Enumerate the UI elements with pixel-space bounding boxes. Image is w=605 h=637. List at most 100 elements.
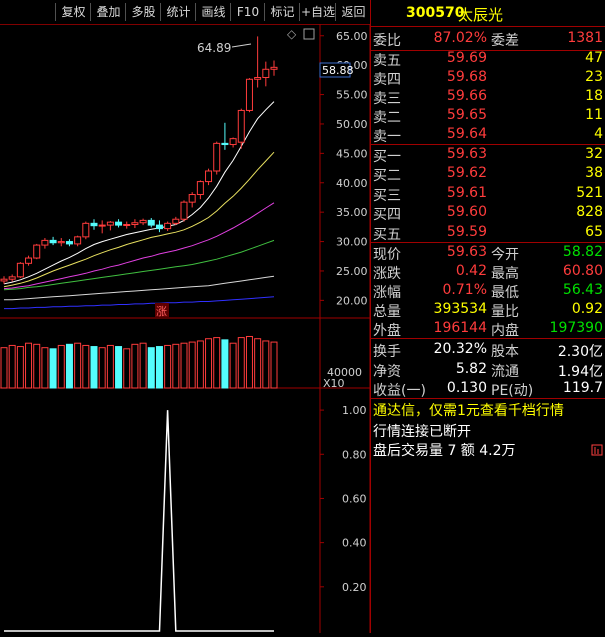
candle-body: [106, 221, 114, 226]
volume-bar: [262, 340, 270, 389]
y-tick-label: 25.00: [336, 265, 368, 278]
window-toggle-icon[interactable]: [303, 28, 315, 40]
chart-area[interactable]: 65.00 60.00 55.00 50.00 45.00 40.00 35.00 30.00…: [0, 24, 371, 635]
ask-volume: 11: [585, 107, 603, 123]
indicator-line: [4, 410, 274, 632]
stat-label: 总量: [373, 304, 401, 320]
volume-bar: [74, 342, 82, 389]
fund-label-2: 股本: [491, 344, 519, 360]
volume-bar: [115, 346, 123, 389]
candle-body: [8, 276, 16, 280]
stat-value: 0.71%: [442, 282, 487, 298]
volume-bar: [188, 341, 196, 389]
back-button[interactable]: 返回: [335, 3, 371, 21]
candle-body: [164, 222, 172, 230]
volume-bar: [25, 342, 33, 389]
candle-body: [270, 66, 278, 70]
volume-bar: [65, 343, 73, 389]
volume-bar: [205, 338, 213, 389]
fuquan-button[interactable]: 复权: [55, 3, 91, 21]
fund-row: 净资 5.82 流通 1.94亿: [371, 361, 605, 380]
candle-body: [25, 257, 33, 264]
y-tick-label: 55.00: [336, 89, 368, 102]
volume-bar: [123, 348, 131, 389]
draw-line-button[interactable]: 画线: [195, 3, 231, 21]
indicator-tick-label: 0.60: [342, 492, 367, 505]
candle-body: [205, 170, 213, 183]
stat-value-2: 56.43: [562, 282, 603, 298]
volume-bar: [41, 347, 49, 389]
stat-value: 196144: [433, 320, 487, 336]
weibi-value: 87.02%: [433, 30, 487, 46]
candles: [0, 36, 278, 284]
indicator-panel: 1.00 0.80 0.60 0.40 0.20: [4, 404, 367, 632]
stat-label: 现价: [373, 247, 401, 263]
mark-button[interactable]: 标记: [264, 3, 300, 21]
ask-volume: 23: [585, 69, 603, 85]
y-tick-label: 35.00: [336, 206, 368, 219]
stat-row: 涨幅 0.71% 最低 56.43: [371, 282, 605, 301]
bid-label: 买四: [373, 207, 401, 224]
candle-body: [65, 241, 73, 245]
diamond-icon[interactable]: ◇: [287, 27, 297, 41]
volume-bar: [221, 339, 229, 389]
ask-label: 卖五: [373, 53, 401, 69]
candle-body: [90, 222, 98, 227]
stat-row: 总量 393534 量比 0.92: [371, 301, 605, 320]
volume-bars: [0, 335, 278, 389]
ma-yellow-line: [3, 151, 275, 288]
stat-row: 外盘 196144 内盘 197390: [371, 320, 605, 339]
bid-row: 买一 59.63 32: [371, 146, 605, 165]
bid-volume: 32: [585, 146, 603, 162]
promo-text[interactable]: 通达信，仅需1元查看千档行情: [373, 400, 564, 420]
ma-blue-line: [4, 296, 275, 310]
f10-button[interactable]: F10: [230, 3, 265, 21]
high-arrow: [231, 43, 252, 48]
stat-value: 393534: [433, 301, 487, 317]
connection-status: 行情连接已断开: [373, 424, 471, 440]
candle-body: [147, 219, 155, 226]
stat-row: 涨跌 0.42 最高 60.80: [371, 263, 605, 282]
current-price-tag: 58.88: [322, 64, 354, 77]
ask-price: 59.65: [446, 107, 487, 123]
candle-body: [221, 142, 229, 146]
bid-row: 买四 59.60 828: [371, 204, 605, 224]
y-tick-label: 40.00: [336, 177, 368, 190]
volume-bar: [229, 342, 237, 389]
overlay-button[interactable]: 叠加: [90, 3, 126, 21]
y-tick-label: 65.00: [336, 30, 368, 43]
stat-value: 59.63: [446, 244, 487, 260]
fund-label: 净资: [373, 363, 401, 380]
bar-chart-icon[interactable]: [591, 444, 603, 456]
volume-bar: [172, 343, 180, 389]
zhang-marker: 涨: [156, 305, 167, 318]
indicator-tick-label: 0.40: [342, 537, 367, 550]
ask-label: 卖三: [373, 91, 401, 107]
weicha-label: 委差: [491, 33, 519, 49]
fund-value: 20.32%: [433, 341, 487, 357]
stat-label: 涨幅: [373, 285, 401, 301]
weibi-row: 委比 87.02% 委差 1381: [371, 30, 605, 49]
volume-bar: [57, 344, 65, 389]
ask-label: 卖二: [373, 110, 401, 126]
volume-bar: [147, 347, 155, 389]
add-watchlist-button[interactable]: +自选: [299, 3, 336, 21]
weibi-label: 委比: [373, 33, 401, 49]
candle-body: [139, 219, 147, 224]
high-price-label: 64.89: [197, 41, 231, 55]
candle-body: [98, 224, 106, 227]
bid-row: 买二 59.62 38: [371, 165, 605, 184]
fund-label: 收益(一): [373, 383, 426, 399]
candle-body: [155, 224, 163, 230]
statistics-button[interactable]: 统计: [160, 3, 196, 21]
volume-unit: X10: [323, 377, 345, 390]
bid-volume: 828: [576, 204, 603, 221]
ask-volume: 4: [594, 126, 603, 142]
candle-body: [33, 244, 41, 259]
chart-toolbar: 复权 叠加 多股 统计 画线 F10 标记 +自选 返回: [0, 0, 370, 25]
candlestick-chart[interactable]: 65.0060.0055.0050.0045.0040.0035.0030.00…: [0, 24, 371, 635]
multi-stock-button[interactable]: 多股: [125, 3, 161, 21]
fund-value-2: 2.30亿: [557, 344, 603, 360]
ask-row: 卖二 59.65 11: [371, 107, 605, 126]
bid-row: 买三 59.61 521: [371, 185, 605, 204]
